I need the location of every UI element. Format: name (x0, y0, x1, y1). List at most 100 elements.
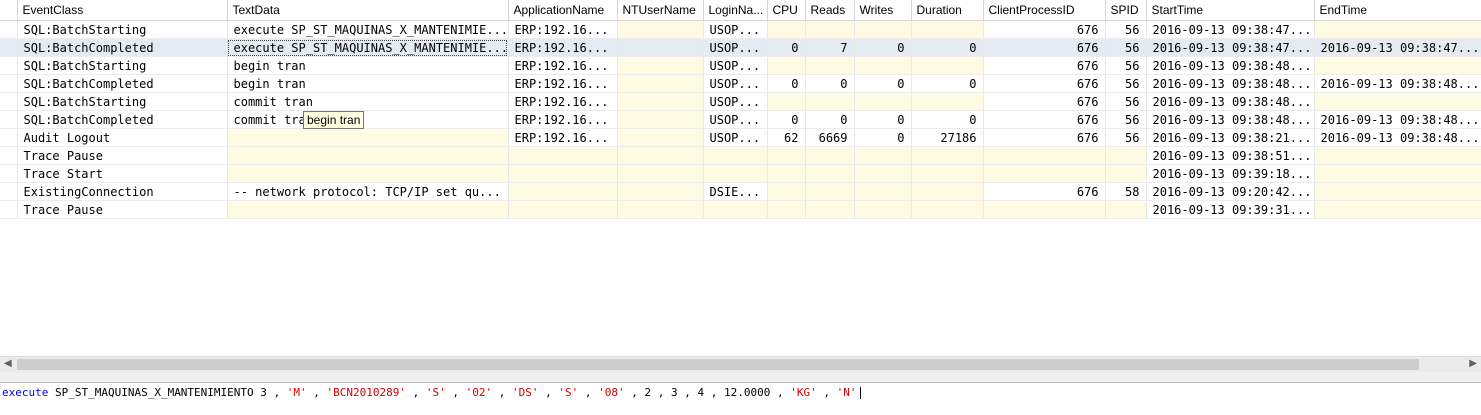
cell-end: 2016-09-13 09:38:48... (1314, 74, 1481, 93)
table-row[interactable]: SQL:BatchStarting execute SP_ST_MAQUINAS_… (0, 20, 1481, 39)
row-selector[interactable] (0, 38, 18, 57)
table-row[interactable]: SQL:BatchCompleted execute SP_ST_MAQUINAS… (0, 38, 1481, 57)
scroll-left-arrow-icon[interactable]: ◀ (4, 358, 12, 369)
cell-app (508, 164, 618, 183)
cell-end: 2016-09-13 09:38:47... (1314, 38, 1481, 57)
trace-grid[interactable]: EventClass TextData ApplicationName NTUs… (0, 0, 1481, 356)
cell-app (508, 182, 618, 201)
trace-rows: SQL:BatchStarting execute SP_ST_MAQUINAS_… (0, 20, 1481, 219)
table-row[interactable]: Trace Start 2016-09-13 09:39:18... (0, 164, 1481, 183)
trace-table: EventClass TextData ApplicationName NTUs… (0, 0, 1481, 219)
detail-token: , (445, 386, 466, 399)
column-header[interactable]: TextData (227, 0, 509, 21)
cell-app: ERP:192.16... (508, 110, 618, 129)
column-header[interactable]: StartTime (1146, 0, 1315, 21)
row-selector[interactable] (0, 182, 18, 201)
detail-token: , (406, 386, 426, 399)
cell-login: USOP... (703, 110, 768, 129)
row-selector[interactable] (0, 110, 18, 129)
cell-app (508, 146, 618, 165)
table-row[interactable]: Audit Logout ERP:192.16... USOP... 62 6669 0 2… (0, 128, 1481, 147)
horizontal-scrollbar[interactable]: ◀ ▶ (0, 356, 1481, 372)
detail-token: 'S' (558, 386, 579, 399)
column-header[interactable]: EndTime (1314, 0, 1481, 21)
row-selector[interactable] (0, 146, 18, 165)
row-selector[interactable] (0, 92, 18, 111)
column-header[interactable]: CPU (767, 0, 806, 21)
cell-reads: 0 (805, 110, 855, 129)
cell-start: 2016-09-13 09:38:48... (1146, 56, 1315, 75)
table-row[interactable]: SQL:BatchStarting commit tran ERP:192.16..… (0, 92, 1481, 111)
cell-end (1314, 200, 1481, 219)
cell-duration (911, 200, 984, 219)
cell-start: 2016-09-13 09:20:42... (1146, 182, 1315, 201)
cell-cpu: 0 (767, 110, 806, 129)
cell-event: SQL:BatchStarting (17, 92, 228, 111)
cell-app: ERP:192.16... (508, 92, 618, 111)
cell-reads (805, 182, 855, 201)
cell-login: USOP... (703, 38, 768, 57)
table-row[interactable]: SQL:BatchCompleted commit tran ERP:192.16.… (0, 110, 1481, 129)
column-header[interactable]: ApplicationName (508, 0, 618, 21)
cell-ntuser (617, 128, 704, 147)
cell-ntuser (617, 164, 704, 183)
cell-writes (854, 182, 912, 201)
cell-spid: 56 (1105, 38, 1147, 57)
column-header[interactable]: EventClass (17, 0, 228, 21)
row-selector[interactable] (0, 164, 18, 183)
cell-reads (805, 56, 855, 75)
cell-cpid: 676 (983, 74, 1106, 93)
cell-start: 2016-09-13 09:38:51... (1146, 146, 1315, 165)
detail-token: SP_ST_MAQUINAS_X_MANTENIMIENTO 3 , (48, 386, 287, 399)
cell-reads (805, 146, 855, 165)
cell-cpid: 676 (983, 20, 1106, 39)
table-row[interactable]: ExistingConnection -- network protocol: T… (0, 182, 1481, 201)
column-header[interactable]: LoginNa... (703, 0, 768, 21)
column-header[interactable]: SPID (1105, 0, 1147, 21)
cell-event: Trace Pause (17, 146, 228, 165)
scrollbar-thumb[interactable] (17, 359, 1419, 370)
column-header[interactable]: Writes (854, 0, 912, 21)
detail-token: 'BCN2010289' (326, 386, 407, 399)
cell-text: begin tran (227, 56, 509, 75)
pane-splitter[interactable] (0, 372, 1481, 383)
row-selector[interactable] (0, 74, 18, 93)
cell-cpu (767, 20, 806, 39)
cell-app (508, 200, 618, 219)
table-row[interactable]: SQL:BatchStarting begin tran ERP:192.16...… (0, 56, 1481, 75)
row-selector[interactable] (0, 56, 18, 75)
cell-writes: 0 (854, 74, 912, 93)
cell-text: execute SP_ST_MAQUINAS_X_MANTENIMIE... (227, 20, 509, 39)
cell-event: SQL:BatchStarting (17, 56, 228, 75)
cell-ntuser (617, 110, 704, 129)
cell-start: 2016-09-13 09:38:48... (1146, 110, 1315, 129)
cell-ntuser (617, 182, 704, 201)
column-header[interactable]: Duration (911, 0, 984, 21)
cell-text: begin tran (227, 74, 509, 93)
column-header[interactable]: NTUserName (617, 0, 704, 21)
cell-reads: 7 (805, 38, 855, 57)
table-row[interactable]: SQL:BatchCompleted begin tran ERP:192.16..… (0, 74, 1481, 93)
row-selector[interactable] (0, 128, 18, 147)
cell-text: execute SP_ST_MAQUINAS_X_MANTENIMIE... (227, 38, 509, 57)
cell-duration (911, 164, 984, 183)
cell-cpid: 676 (983, 38, 1106, 57)
column-header[interactable]: Reads (805, 0, 855, 21)
cell-duration (911, 56, 984, 75)
detail-token: 'S' (425, 386, 446, 399)
textdata-detail-pane[interactable]: execute SP_ST_MAQUINAS_X_MANTENIMIENTO 3… (0, 383, 1481, 415)
cell-reads (805, 92, 855, 111)
cell-cpu: 0 (767, 74, 806, 93)
row-selector[interactable] (0, 200, 18, 219)
row-selector-header (0, 0, 18, 21)
column-header[interactable]: ClientProcessID (983, 0, 1106, 21)
text-caret (860, 387, 862, 399)
table-row[interactable]: Trace Pause 2016-09-13 09:38:51... (0, 146, 1481, 165)
cell-spid (1105, 200, 1147, 219)
cell-writes (854, 146, 912, 165)
cell-duration: 0 (911, 38, 984, 57)
table-row[interactable]: Trace Pause 2016-09-13 09:39:31... (0, 200, 1481, 219)
cell-cpid: 676 (983, 56, 1106, 75)
row-selector[interactable] (0, 20, 18, 39)
scroll-right-arrow-icon[interactable]: ▶ (1469, 358, 1477, 369)
